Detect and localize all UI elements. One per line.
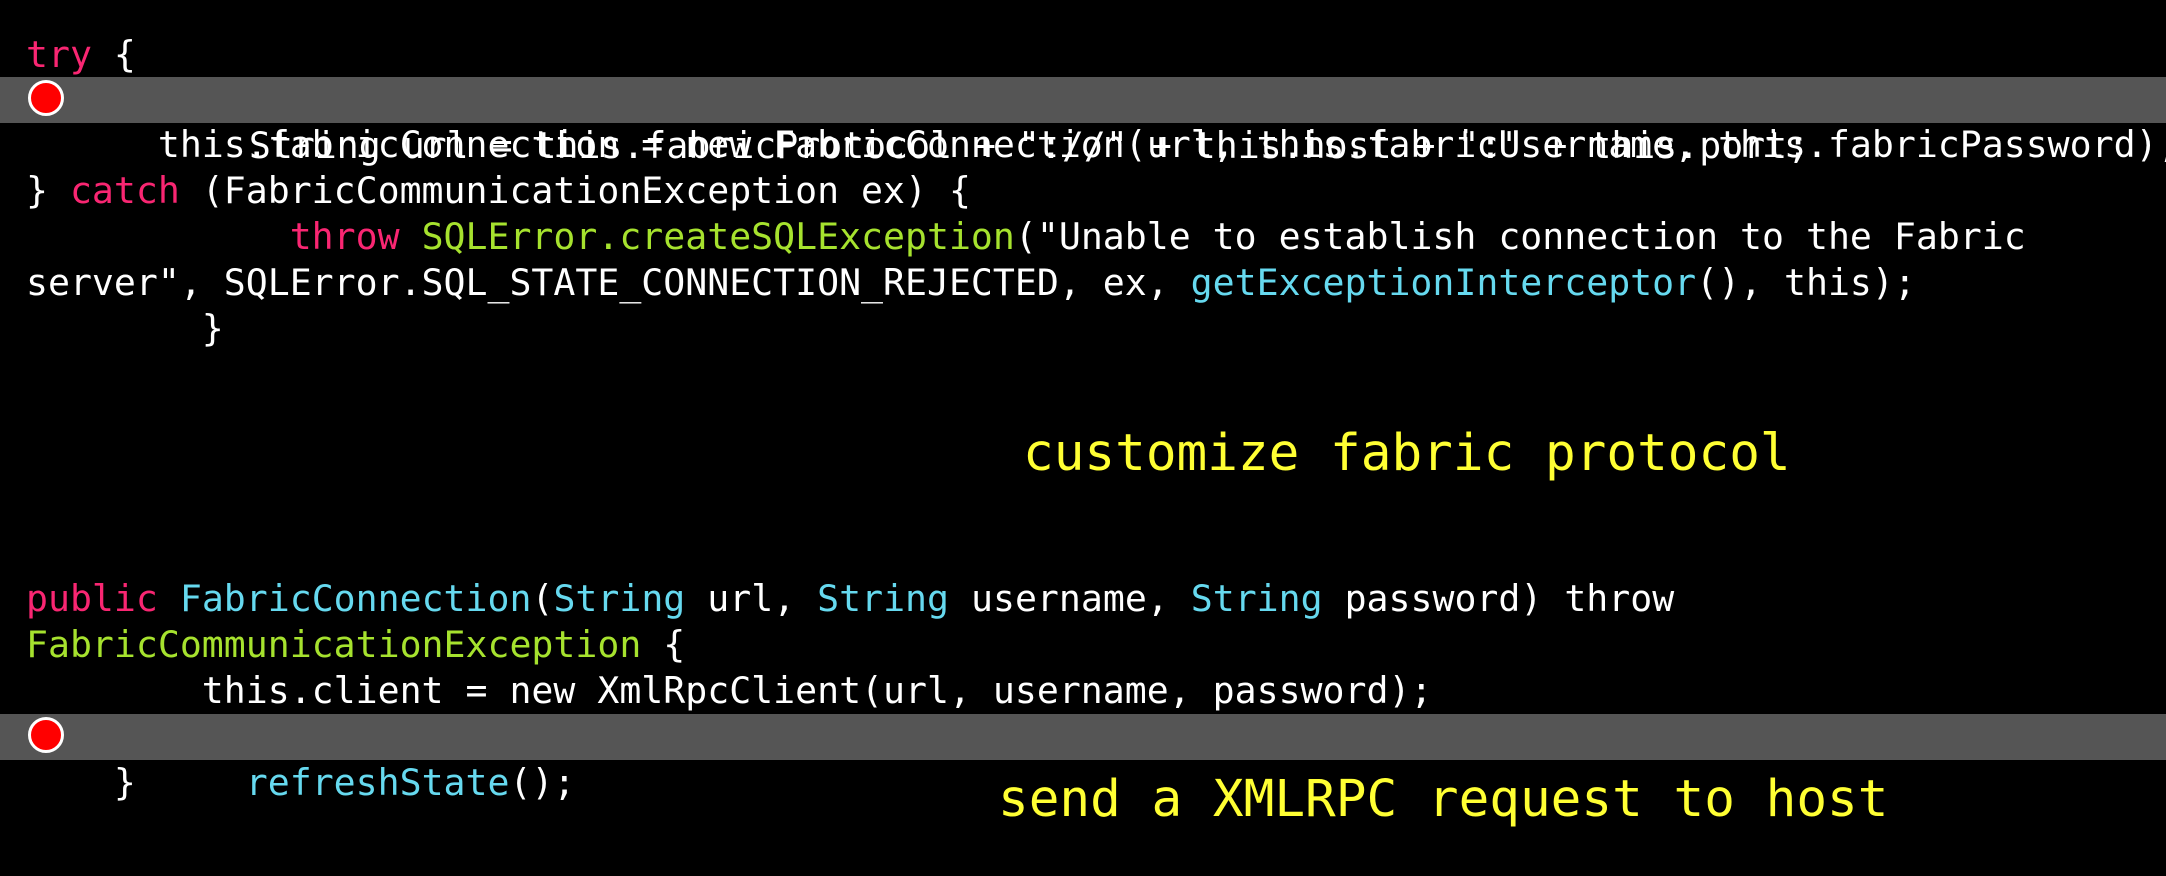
- code-text: }: [26, 307, 224, 350]
- method-create-sql-exception: SQLError.createSQLException: [421, 215, 1015, 258]
- code-text: server", SQLError.SQL_STATE_CONNECTION_R…: [26, 261, 1191, 304]
- code-line-catch: } catch (FabricCommunicationException ex…: [0, 168, 2166, 214]
- annotation-send-xmlrpc-request: send a XMLRPC request to host: [998, 770, 1889, 829]
- code-text: }: [26, 169, 70, 212]
- code-text: {: [641, 623, 686, 666]
- code-line-try: try {: [0, 32, 2166, 78]
- code-line-exception-type: FabricCommunicationException {: [0, 622, 2166, 668]
- keyword-catch: catch: [69, 169, 180, 212]
- code-text: url,: [685, 577, 818, 620]
- code-line-close-brace: }: [0, 306, 2166, 352]
- code-line-server: server", SQLError.SQL_STATE_CONNECTION_R…: [0, 260, 2166, 306]
- type-string: String: [553, 577, 686, 620]
- code-text: (), this);: [1696, 261, 1916, 304]
- keyword-try: try: [26, 33, 92, 76]
- keyword-public: public: [26, 577, 158, 620]
- code-line-throw: throw SQLError.createSQLException("Unabl…: [0, 214, 2166, 260]
- code-text: username,: [949, 577, 1191, 620]
- type-string: String: [1190, 577, 1323, 620]
- code-text: password) throw: [1322, 577, 1675, 620]
- code-text: (: [531, 577, 554, 620]
- class-fabric-communication-exception: FabricCommunicationException: [26, 623, 642, 666]
- code-line-fabric-connection: this.fabricConnection = new FabricConnec…: [0, 122, 2166, 168]
- code-line-xmlrpc-client: this.client = new XmlRpcClient(url, user…: [0, 668, 2166, 714]
- code-text: {: [91, 33, 136, 76]
- breakpoint-icon[interactable]: [28, 80, 64, 116]
- code-line-highlighted-refresh[interactable]: refreshState();: [0, 714, 2166, 804]
- code-line-public-constructor: public FabricConnection(String url, Stri…: [0, 576, 2166, 622]
- code-text: (FabricCommunicationException ex) {: [179, 169, 971, 212]
- type-string: String: [817, 577, 950, 620]
- constructor-fabric-connection: FabricConnection: [179, 577, 532, 620]
- code-text: this.fabricConnection = new FabricConnec…: [26, 123, 2166, 166]
- code-text: this.client = new XmlRpcClient(url, user…: [26, 669, 1433, 712]
- method-get-exception-interceptor: getExceptionInterceptor: [1190, 261, 1697, 304]
- annotation-customize-fabric-protocol: customize fabric protocol: [1023, 424, 1791, 483]
- breakpoint-icon[interactable]: [28, 717, 64, 753]
- code-line-highlighted-url[interactable]: String url = this.fabricProtocol + "://"…: [0, 77, 2166, 167]
- code-text: }: [26, 761, 136, 804]
- keyword-throw: throw: [289, 215, 400, 258]
- code-text: ("Unable to establish connection to the …: [1014, 215, 2026, 258]
